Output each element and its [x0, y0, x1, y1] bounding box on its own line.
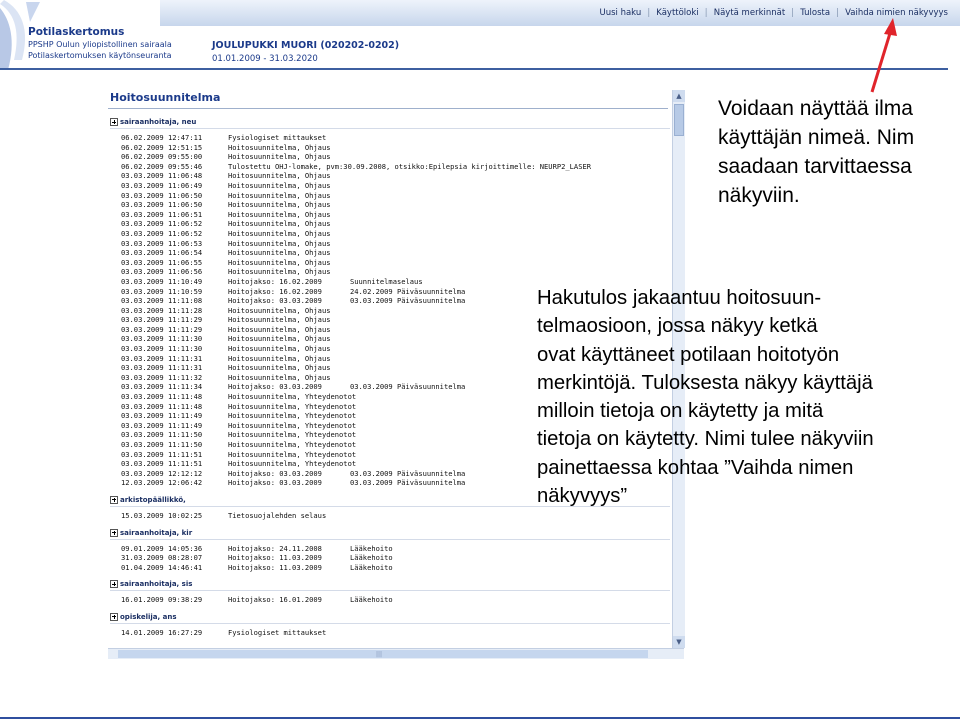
slide-bottom-rule: [0, 717, 960, 719]
annotation-arrow-icon: [870, 18, 897, 93]
